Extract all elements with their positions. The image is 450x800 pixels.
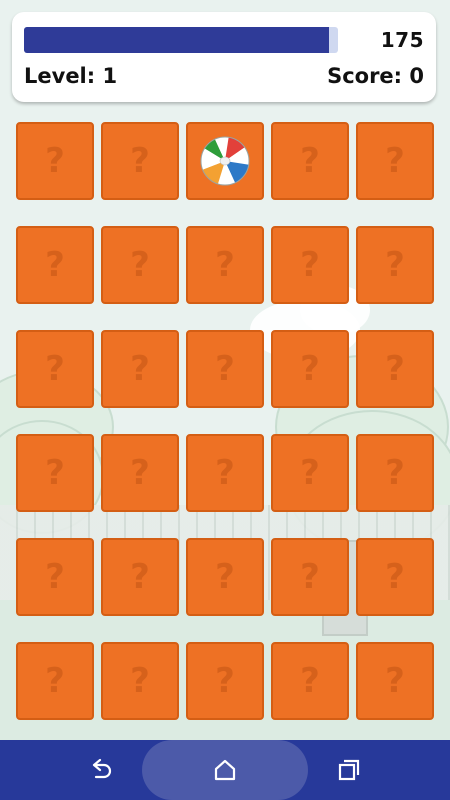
question-mark: ? bbox=[130, 557, 150, 597]
question-mark: ? bbox=[130, 661, 150, 701]
back-icon bbox=[92, 758, 112, 779]
question-mark: ? bbox=[215, 453, 235, 493]
card-hidden[interactable]: ? bbox=[271, 642, 349, 720]
question-mark: ? bbox=[130, 141, 150, 181]
status-panel: 175 Level: 1 Score: 0 bbox=[12, 12, 436, 102]
question-mark: ? bbox=[45, 661, 65, 701]
question-mark: ? bbox=[300, 349, 320, 389]
question-mark: ? bbox=[300, 453, 320, 493]
timer-value: 175 bbox=[380, 28, 424, 52]
card-hidden[interactable]: ? bbox=[186, 538, 264, 616]
card-hidden[interactable]: ? bbox=[101, 122, 179, 200]
card-hidden[interactable]: ? bbox=[271, 226, 349, 304]
question-mark: ? bbox=[385, 141, 405, 181]
card-hidden[interactable]: ? bbox=[16, 538, 94, 616]
question-mark: ? bbox=[45, 141, 65, 181]
question-mark: ? bbox=[385, 453, 405, 493]
question-mark: ? bbox=[215, 349, 235, 389]
question-mark: ? bbox=[300, 141, 320, 181]
question-mark: ? bbox=[130, 245, 150, 285]
card-hidden[interactable]: ? bbox=[101, 642, 179, 720]
question-mark: ? bbox=[45, 453, 65, 493]
question-mark: ? bbox=[300, 557, 320, 597]
card-hidden[interactable]: ? bbox=[271, 122, 349, 200]
question-mark: ? bbox=[300, 245, 320, 285]
navigation-bar bbox=[0, 740, 450, 800]
recents-button[interactable] bbox=[334, 755, 364, 785]
card-hidden[interactable]: ? bbox=[16, 226, 94, 304]
card-hidden[interactable]: ? bbox=[101, 538, 179, 616]
card-hidden[interactable]: ? bbox=[356, 122, 434, 200]
time-progress-fill bbox=[24, 27, 329, 53]
card-hidden[interactable]: ? bbox=[101, 226, 179, 304]
card-hidden[interactable]: ? bbox=[356, 538, 434, 616]
question-mark: ? bbox=[385, 349, 405, 389]
level-label: Level: 1 bbox=[24, 64, 118, 88]
card-hidden[interactable]: ? bbox=[16, 330, 94, 408]
card-grid: ????????????????????????????? bbox=[16, 122, 436, 720]
card-hidden[interactable]: ? bbox=[16, 434, 94, 512]
question-mark: ? bbox=[215, 661, 235, 701]
card-hidden[interactable]: ? bbox=[101, 434, 179, 512]
question-mark: ? bbox=[130, 453, 150, 493]
home-icon bbox=[214, 759, 236, 781]
beach-ball-icon bbox=[200, 136, 250, 186]
card-hidden[interactable]: ? bbox=[356, 642, 434, 720]
card-revealed[interactable] bbox=[186, 122, 264, 200]
card-hidden[interactable]: ? bbox=[186, 642, 264, 720]
card-hidden[interactable]: ? bbox=[356, 434, 434, 512]
card-hidden[interactable]: ? bbox=[186, 434, 264, 512]
card-hidden[interactable]: ? bbox=[186, 226, 264, 304]
card-hidden[interactable]: ? bbox=[101, 330, 179, 408]
card-hidden[interactable]: ? bbox=[16, 642, 94, 720]
question-mark: ? bbox=[130, 349, 150, 389]
score-label: Score: 0 bbox=[327, 64, 424, 88]
home-button[interactable] bbox=[210, 755, 240, 785]
time-progress-bar bbox=[24, 27, 338, 53]
card-hidden[interactable]: ? bbox=[271, 538, 349, 616]
back-button[interactable] bbox=[86, 755, 116, 785]
question-mark: ? bbox=[385, 557, 405, 597]
recents-icon bbox=[338, 759, 360, 781]
question-mark: ? bbox=[45, 557, 65, 597]
card-hidden[interactable]: ? bbox=[271, 330, 349, 408]
question-mark: ? bbox=[45, 245, 65, 285]
card-hidden[interactable]: ? bbox=[271, 434, 349, 512]
question-mark: ? bbox=[385, 245, 405, 285]
question-mark: ? bbox=[215, 557, 235, 597]
card-hidden[interactable]: ? bbox=[16, 122, 94, 200]
question-mark: ? bbox=[300, 661, 320, 701]
card-hidden[interactable]: ? bbox=[356, 226, 434, 304]
question-mark: ? bbox=[45, 349, 65, 389]
question-mark: ? bbox=[385, 661, 405, 701]
card-hidden[interactable]: ? bbox=[356, 330, 434, 408]
card-hidden[interactable]: ? bbox=[186, 330, 264, 408]
question-mark: ? bbox=[215, 245, 235, 285]
